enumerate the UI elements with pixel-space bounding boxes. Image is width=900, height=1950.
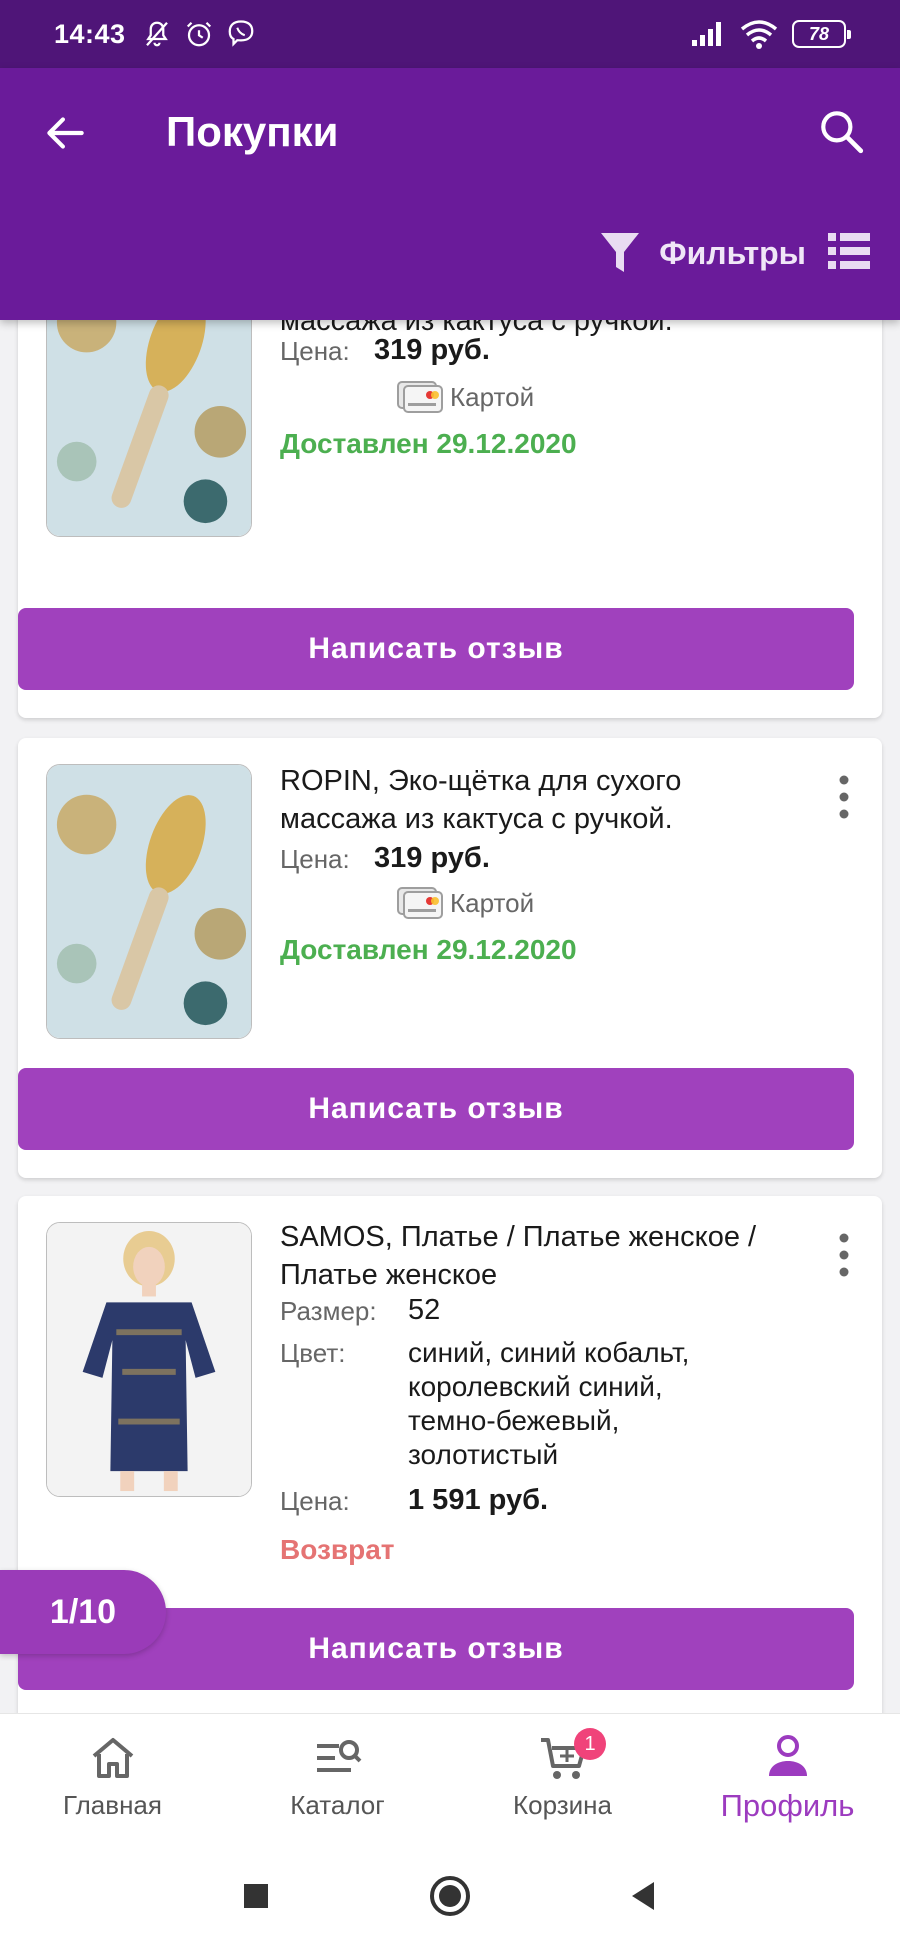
alarm-icon [186, 21, 211, 47]
payment-label: Картой [450, 887, 535, 918]
viber-icon [228, 20, 253, 47]
price-label: Цена: [280, 844, 350, 874]
price-label: Цена: [280, 336, 350, 366]
price-value: 319 руб. [374, 334, 490, 366]
home-icon [92, 1738, 133, 1778]
product-image[interactable] [46, 764, 252, 1039]
more-vert-icon[interactable] [836, 1232, 852, 1278]
nav-label: Корзина [512, 1790, 613, 1820]
wifi-icon [740, 20, 778, 49]
back-button[interactable] [622, 1874, 666, 1918]
profile-icon [768, 1734, 807, 1776]
battery-indicator: 78 [792, 20, 851, 48]
filters-button[interactable]: Фильтры [599, 230, 806, 276]
circle-icon [430, 1875, 470, 1916]
color-value: синий, синий кобальт, королевский синий,… [408, 1337, 690, 1470]
bell-muted-icon [145, 21, 168, 47]
triangle-back-icon [632, 1881, 654, 1910]
product-image[interactable] [46, 1222, 252, 1497]
color-label: Цвет: [280, 1338, 346, 1368]
nav-item-catalog[interactable]: Каталог [225, 1714, 450, 1841]
purchases-list[interactable]: ROPIN, Эко-щетка для сухого массажа из к… [0, 320, 900, 1713]
home-button[interactable] [428, 1874, 472, 1918]
price-label: Цена: [280, 1486, 350, 1516]
status-time: 14:43 [54, 18, 126, 49]
order-status: Доставлен 29.12.2020 [280, 428, 577, 459]
payment-label: Картой [450, 381, 535, 412]
nav-item-profile[interactable]: Профиль [675, 1714, 900, 1841]
bottom-navigation: Главная Каталог 1 Корзина Профиль [0, 1713, 900, 1841]
payment-method: Картой [396, 884, 534, 922]
order-status: Возврат [280, 1534, 395, 1565]
list-view-button[interactable] [828, 232, 870, 274]
nav-label: Главная [63, 1790, 162, 1820]
size-value: 52 [408, 1294, 441, 1326]
recents-button[interactable] [234, 1874, 278, 1918]
square-icon [244, 1883, 268, 1908]
signal-icon [692, 22, 721, 46]
cart-badge: 1 [574, 1728, 606, 1760]
card-icon [397, 887, 443, 919]
funnel-icon [601, 233, 640, 272]
nav-label: Профиль [720, 1787, 855, 1823]
back-arrow-icon[interactable] [40, 108, 90, 158]
price-value: 319 руб. [374, 842, 490, 874]
system-navigation [0, 1841, 900, 1950]
item-title[interactable]: SAMOS, Платье / Платье женское / Платье … [280, 1218, 800, 1294]
nav-item-home[interactable]: Главная [0, 1714, 225, 1841]
price-value: 1 591 руб. [408, 1484, 549, 1516]
app-header: Покупки Фильтры [0, 68, 900, 320]
more-vert-icon[interactable] [836, 774, 852, 820]
purchase-card: ROPIN, Эко-щётка для сухого массажа из к… [18, 738, 882, 1178]
write-review-button[interactable]: Написать отзыв [18, 1068, 854, 1150]
status-bar: 14:43 78 [0, 0, 900, 68]
filters-label: Фильтры [659, 234, 806, 271]
size-label: Размер: [280, 1296, 377, 1326]
item-title[interactable]: ROPIN, Эко-щётка для сухого массажа из к… [280, 762, 800, 838]
card-icon [397, 381, 443, 413]
page-indicator: 1/10 [0, 1570, 166, 1654]
payment-method: Картой [396, 378, 534, 416]
purchase-card: ROPIN, Эко-щетка для сухого массажа из к… [18, 320, 882, 718]
item-title[interactable]: ROPIN, Эко-щетка для сухого массажа из к… [280, 320, 800, 340]
catalog-search-icon [316, 1740, 361, 1772]
product-image[interactable] [46, 320, 252, 537]
search-icon[interactable] [816, 106, 866, 156]
nav-label: Каталог [290, 1790, 385, 1820]
page-title: Покупки [166, 108, 339, 155]
write-review-button[interactable]: Написать отзыв [18, 608, 854, 690]
order-status: Доставлен 29.12.2020 [280, 934, 577, 965]
list-view-icon [828, 232, 870, 269]
nav-item-cart[interactable]: 1 Корзина [450, 1714, 675, 1841]
